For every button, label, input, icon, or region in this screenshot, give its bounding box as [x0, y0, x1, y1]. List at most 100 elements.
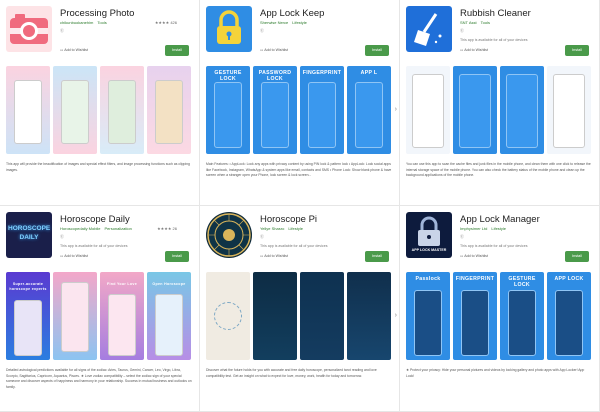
app-description: This app will provide the beautification…: [6, 162, 190, 172]
wishlist-label[interactable]: Add to Wishlist: [264, 48, 288, 52]
app-title[interactable]: Horoscope Daily: [60, 214, 130, 225]
app-title[interactable]: Processing Photo: [60, 8, 134, 19]
developer-link[interactable]: Yellye Shasro: [260, 226, 284, 231]
app-card-rubbish-cleaner[interactable]: Rubbish Cleaner SNT Asst Tools Ⓔ This app…: [400, 0, 600, 206]
screenshot[interactable]: [500, 66, 544, 154]
screenshot[interactable]: GESTURE LOCK: [206, 66, 250, 154]
wishlist-label[interactable]: Add to Wishlist: [464, 48, 488, 52]
wishlist-link[interactable]: ▭ Add to Wishlist: [260, 254, 288, 258]
screenshots-carousel[interactable]: [206, 272, 392, 360]
wishlist-link[interactable]: ▭ Add to Wishlist: [460, 48, 488, 52]
wishlist-label[interactable]: Add to Wishlist: [64, 48, 88, 52]
category-link[interactable]: Lifestyle: [288, 226, 303, 231]
app-title[interactable]: Horoscope Pi: [260, 214, 317, 225]
screenshot[interactable]: [147, 66, 191, 154]
lock-master-app-icon[interactable]: APP LOCK MASTER: [406, 212, 452, 258]
app-title[interactable]: App Lock Manager: [460, 214, 540, 225]
install-button[interactable]: Install: [365, 45, 389, 56]
wishlist-link[interactable]: ▭ Add to Wishlist: [60, 254, 88, 258]
screenshot[interactable]: Passlock: [406, 272, 450, 360]
app-meta: chikunbuokanehim Tools: [60, 20, 107, 25]
app-card-horoscope-pi[interactable]: Horoscope Pi Yellye Shasro Lifestyle Ⓔ Th…: [200, 206, 400, 412]
app-meta: Sherwise Nerce Lifestyle: [260, 20, 307, 25]
developer-link[interactable]: Horoscopedaily Mobile: [60, 226, 100, 231]
screenshots-carousel[interactable]: [6, 66, 192, 154]
app-meta: SNT Asst Tools: [460, 20, 490, 25]
rating-badge-icon: Ⓔ: [260, 234, 264, 239]
screenshot[interactable]: [453, 66, 497, 154]
app-title[interactable]: Rubbish Cleaner: [460, 8, 531, 19]
screenshots-carousel[interactable]: Super-accurate horoscope experts Find Yo…: [6, 272, 192, 360]
broom-app-icon[interactable]: [406, 6, 452, 52]
app-description: You can use this app to scan the cache f…: [406, 162, 591, 178]
star-icon: ★★★★: [154, 20, 170, 25]
screenshot[interactable]: Open Horoscope: [147, 272, 191, 360]
developer-link[interactable]: Sherwise Nerce: [260, 20, 288, 25]
screenshot[interactable]: [53, 66, 97, 154]
screenshot[interactable]: APP L: [347, 66, 391, 154]
app-meta: Imphysimer Ltd Lifestyle: [460, 226, 506, 231]
screenshot[interactable]: [347, 272, 391, 360]
wishlist-link[interactable]: ▭ Add to Wishlist: [460, 254, 488, 258]
category-link[interactable]: Personalization: [104, 226, 131, 231]
app-card-horoscope-daily[interactable]: HOROSCOPE DAILY Horoscope Daily Horoscop…: [0, 206, 200, 412]
zodiac-wheel-app-icon[interactable]: [206, 212, 252, 258]
screenshots-carousel[interactable]: [406, 66, 592, 154]
install-button[interactable]: Install: [165, 251, 189, 262]
screenshot[interactable]: Find Your Love: [100, 272, 144, 360]
screenshots-carousel[interactable]: GESTURE LOCK PASSWORD LOCK FINGERPRINT A…: [206, 66, 392, 154]
chevron-right-icon[interactable]: ›: [395, 106, 397, 113]
screenshot[interactable]: FINGERPRINT: [453, 272, 497, 360]
app-card-processing-photo[interactable]: Processing Photo chikunbuokanehim Tools ★…: [0, 0, 200, 206]
developer-link[interactable]: chikunbuokanehim: [60, 20, 93, 25]
screenshot[interactable]: PASSWORD LOCK: [253, 66, 297, 154]
rating: ★★★★ 426: [155, 20, 177, 25]
screenshot[interactable]: Super-accurate horoscope experts: [6, 272, 50, 360]
screenshot-caption: FINGERPRINT: [455, 276, 495, 282]
app-card-app-lock-manager[interactable]: APP LOCK MASTER App Lock Manager Imphysi…: [400, 206, 600, 412]
rating-badge-icon: Ⓔ: [460, 234, 464, 239]
camera-app-icon[interactable]: [6, 6, 52, 52]
chevron-right-icon[interactable]: ›: [395, 312, 397, 319]
screenshot[interactable]: [100, 66, 144, 154]
availability-note: This app is available for all of your de…: [260, 244, 328, 248]
padlock-app-icon[interactable]: [206, 6, 252, 52]
category-link[interactable]: Tools: [481, 20, 490, 25]
developer-link[interactable]: Imphysimer Ltd: [460, 226, 487, 231]
horoscope-app-icon[interactable]: HOROSCOPE DAILY: [6, 212, 52, 258]
category-link[interactable]: Lifestyle: [491, 226, 506, 231]
app-title[interactable]: App Lock Keep: [260, 8, 324, 19]
screenshot-caption: PASSWORD LOCK: [258, 70, 292, 82]
screenshot[interactable]: APP LOCK: [547, 272, 591, 360]
install-button[interactable]: Install: [565, 251, 589, 262]
app-description: ★ Protect your privacy: Hide your person…: [406, 368, 585, 378]
screenshot[interactable]: [406, 66, 450, 154]
app-card-app-lock-keep[interactable]: App Lock Keep Sherwise Nerce Lifestyle Ⓔ …: [200, 0, 400, 206]
install-button[interactable]: Install: [365, 251, 389, 262]
install-button[interactable]: Install: [565, 45, 589, 56]
screenshot[interactable]: [6, 66, 50, 154]
wishlist-link[interactable]: ▭ Add to Wishlist: [60, 48, 88, 52]
wishlist-label[interactable]: Add to Wishlist: [464, 254, 488, 258]
app-description: Discover what the future holds for you w…: [206, 368, 377, 378]
screenshot[interactable]: [53, 272, 97, 360]
screenshot[interactable]: [547, 66, 591, 154]
screenshot[interactable]: [206, 272, 250, 360]
developer-link[interactable]: SNT Asst: [460, 20, 477, 25]
screenshot[interactable]: [300, 272, 344, 360]
availability-note: This app is available for all of your de…: [460, 244, 528, 248]
screenshot[interactable]: GESTURE LOCK: [500, 272, 544, 360]
wishlist-label[interactable]: Add to Wishlist: [64, 254, 88, 258]
screenshot-caption: FINGERPRINT: [302, 70, 342, 76]
screenshot[interactable]: FINGERPRINT: [300, 66, 344, 154]
availability-note: This app is available for all of your de…: [460, 38, 528, 42]
wishlist-label[interactable]: Add to Wishlist: [264, 254, 288, 258]
screenshot-caption: Passlock: [415, 276, 441, 282]
screenshot-caption: APP LOCK: [554, 276, 584, 282]
wishlist-link[interactable]: ▭ Add to Wishlist: [260, 48, 288, 52]
category-link[interactable]: Lifestyle: [292, 20, 307, 25]
install-button[interactable]: Install: [165, 45, 189, 56]
screenshot[interactable]: [253, 272, 297, 360]
category-link[interactable]: Tools: [97, 20, 106, 25]
screenshots-carousel[interactable]: Passlock FINGERPRINT GESTURE LOCK APP LO…: [406, 272, 592, 360]
